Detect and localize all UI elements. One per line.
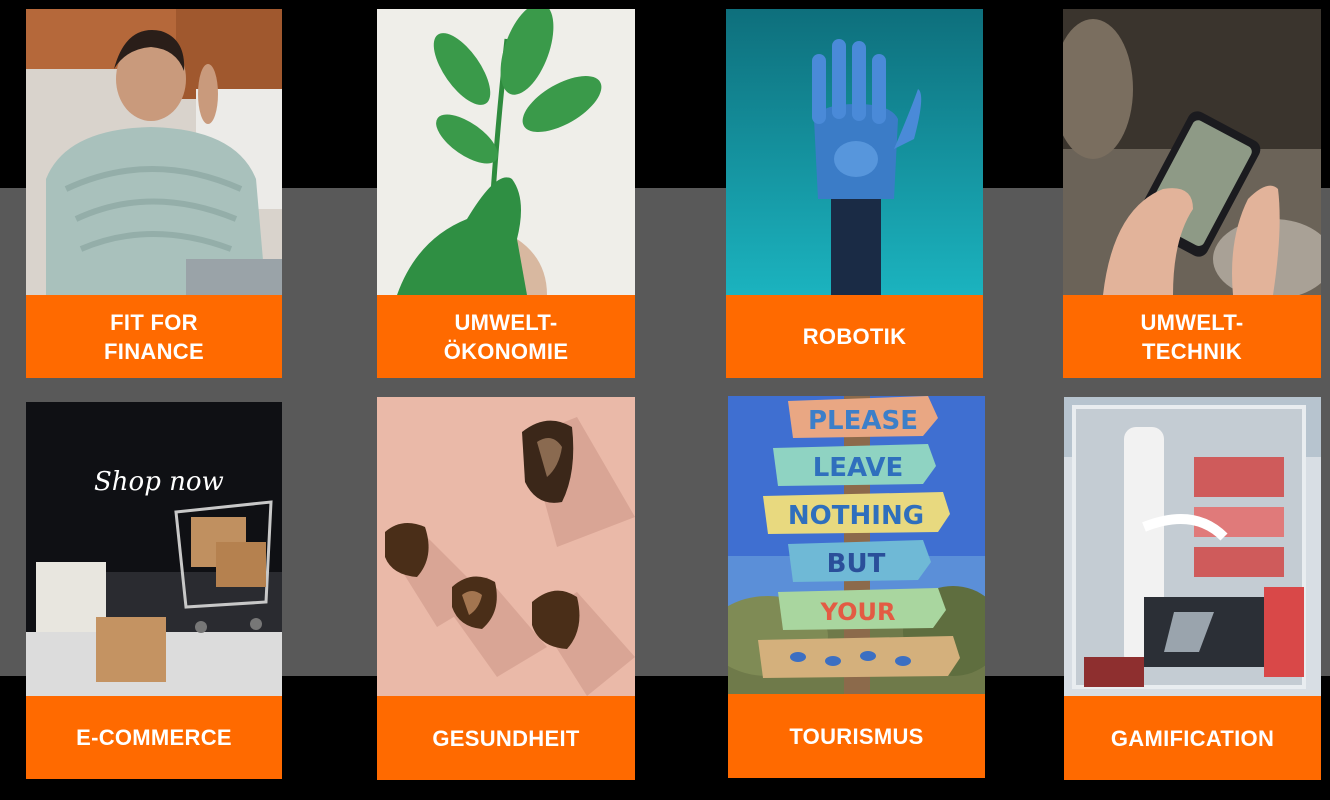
amber-crystals-photo (377, 397, 635, 696)
tile-gamification[interactable]: GAMIFICATION (1064, 397, 1321, 780)
tile-label-line: UMWELT- (454, 309, 558, 335)
tile-label-line: ÖKONOMIE (443, 338, 569, 364)
shop-now-neon-text: Shop now (94, 467, 224, 497)
tile-robotik[interactable]: ROBOTIK (726, 9, 983, 378)
tile-label-line: FIT FOR (110, 309, 198, 335)
shopping-cart-with-boxes-photo: Shop now (26, 402, 282, 696)
tile-label: FIT FOR FINANCE (26, 295, 282, 378)
tile-fit-for-finance[interactable]: FIT FOR FINANCE (26, 9, 282, 378)
tile-label: E-COMMERCE (26, 696, 282, 779)
tile-label: ROBOTIK (726, 295, 983, 378)
tile-label-line: UMWELT- (1140, 309, 1244, 335)
tile-label: GAMIFICATION (1064, 696, 1321, 780)
sign-text-but: BUT (827, 549, 886, 579)
sign-text-your: YOUR (820, 598, 896, 626)
green-painted-hand-with-plant-photo (377, 9, 635, 295)
tile-gesundheit[interactable]: GESUNDHEIT (377, 397, 635, 780)
tile-label-line: GAMIFICATION (1110, 725, 1275, 751)
woman-in-sweater-photo (26, 9, 282, 295)
tile-e-commerce[interactable]: Shop now E-COMMERCE (26, 402, 282, 779)
tile-label-line: GESUNDHEIT (432, 725, 580, 751)
sign-text-please: PLEASE (808, 406, 918, 436)
tile-umwelt-oekonomie[interactable]: UMWELT- ÖKONOMIE (377, 9, 635, 378)
sign-text-leave: LEAVE (813, 453, 904, 483)
robotic-hand-photo (726, 9, 983, 295)
tile-label: UMWELT- TECHNIK (1063, 295, 1321, 378)
tile-label: GESUNDHEIT (377, 696, 635, 780)
tile-label: TOURISMUS (728, 694, 985, 778)
gaming-pc-interior-photo (1064, 397, 1321, 696)
tile-label: UMWELT- ÖKONOMIE (377, 295, 635, 378)
wooden-signpost-photo: PLEASE LEAVE NOTHING BUT YOUR (728, 396, 985, 694)
tile-label-line: FINANCE (104, 338, 204, 364)
sign-text-nothing: NOTHING (788, 501, 924, 531)
hands-with-smartphone-photo (1063, 9, 1321, 295)
tile-label-line: E-COMMERCE (76, 725, 232, 750)
tile-label-line: TOURISMUS (789, 723, 924, 749)
tile-umwelt-technik[interactable]: UMWELT- TECHNIK (1063, 9, 1321, 378)
tile-label-line: TECHNIK (1142, 338, 1242, 364)
tile-tourismus[interactable]: PLEASE LEAVE NOTHING BUT YOUR TOURISMUS (728, 396, 985, 778)
tile-label-line: ROBOTIK (802, 324, 907, 349)
